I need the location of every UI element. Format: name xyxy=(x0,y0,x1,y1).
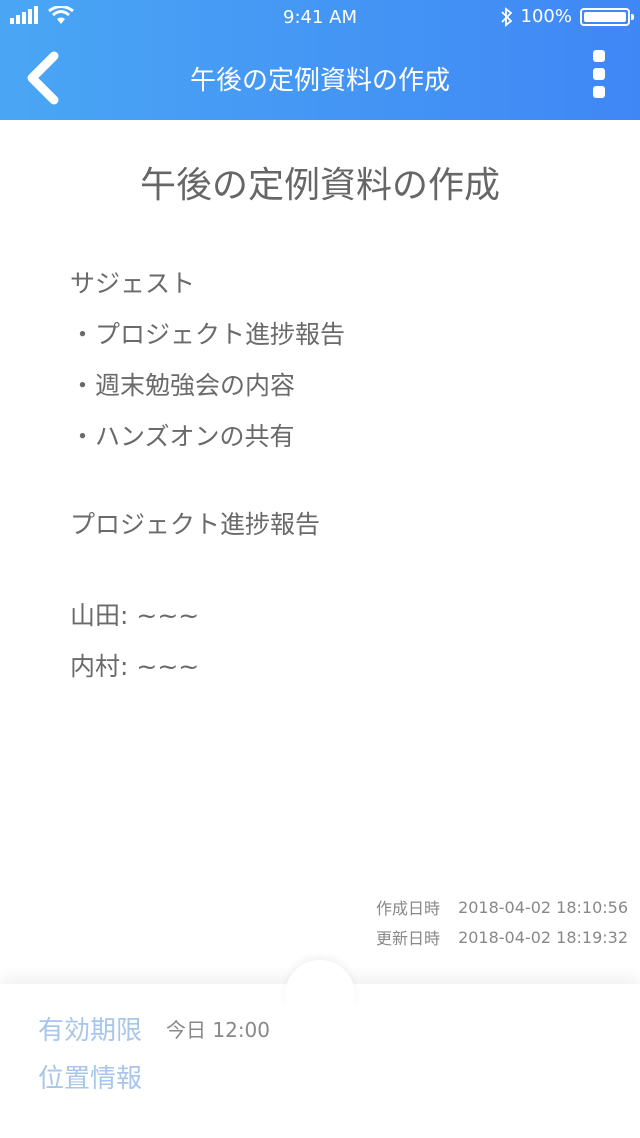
battery-icon xyxy=(580,7,634,26)
navigation-bar: 午後の定例資料の作成 xyxy=(0,36,640,120)
panel-pull-tab[interactable] xyxy=(285,960,355,1008)
battery-percent: 100% xyxy=(520,6,572,27)
location-row[interactable]: 位置情報 xyxy=(38,1058,142,1095)
expiry-value: 今日 12:00 xyxy=(166,1018,271,1042)
document-body[interactable]: サジェスト ・プロジェクト進捗報告 ・週末勉強会の内容 ・ハンズオンの共有 プロ… xyxy=(70,258,345,692)
updated-row: 更新日時 2018-04-02 18:19:32 xyxy=(376,922,628,952)
app-header: 9:41 AM 100% 午後の定例資料の作成 xyxy=(0,0,640,120)
created-value: 2018-04-02 18:10:56 xyxy=(458,897,628,917)
status-bar: 9:41 AM 100% xyxy=(0,0,640,36)
more-dot-icon xyxy=(593,68,605,80)
suggestion-item: ・プロジェクト進捗報告 xyxy=(70,320,346,349)
more-dot-icon xyxy=(593,86,605,98)
entry-line: 内村: ~~~ xyxy=(70,652,200,681)
suggest-heading: サジェスト xyxy=(70,269,196,298)
created-row: 作成日時 2018-04-02 18:10:56 xyxy=(376,892,628,922)
bluetooth-icon xyxy=(500,6,512,27)
suggestion-item: ・週末勉強会の内容 xyxy=(70,371,296,400)
suggestion-item: ・ハンズオンの共有 xyxy=(70,422,295,451)
updated-label: 更新日時 xyxy=(376,929,441,948)
bottom-panel: 有効期限 今日 12:00 位置情報 xyxy=(0,960,640,1138)
created-label: 作成日時 xyxy=(376,899,441,918)
nav-title: 午後の定例資料の作成 xyxy=(189,66,450,96)
section-heading: プロジェクト進捗報告 xyxy=(70,510,321,539)
expiry-label: 有効期限 xyxy=(38,1016,143,1046)
more-dot-icon xyxy=(593,50,605,62)
more-options-button[interactable] xyxy=(584,50,614,106)
timestamp-info: 作成日時 2018-04-02 18:10:56 更新日時 2018-04-02… xyxy=(376,892,628,952)
document-title: 午後の定例資料の作成 xyxy=(139,165,500,206)
location-label: 位置情報 xyxy=(38,1064,143,1094)
updated-value: 2018-04-02 18:19:32 xyxy=(458,927,628,947)
entry-line: 山田: ~~~ xyxy=(70,601,200,630)
status-right: 100% xyxy=(500,6,634,27)
expiry-row[interactable]: 有効期限 今日 12:00 xyxy=(38,1010,270,1047)
